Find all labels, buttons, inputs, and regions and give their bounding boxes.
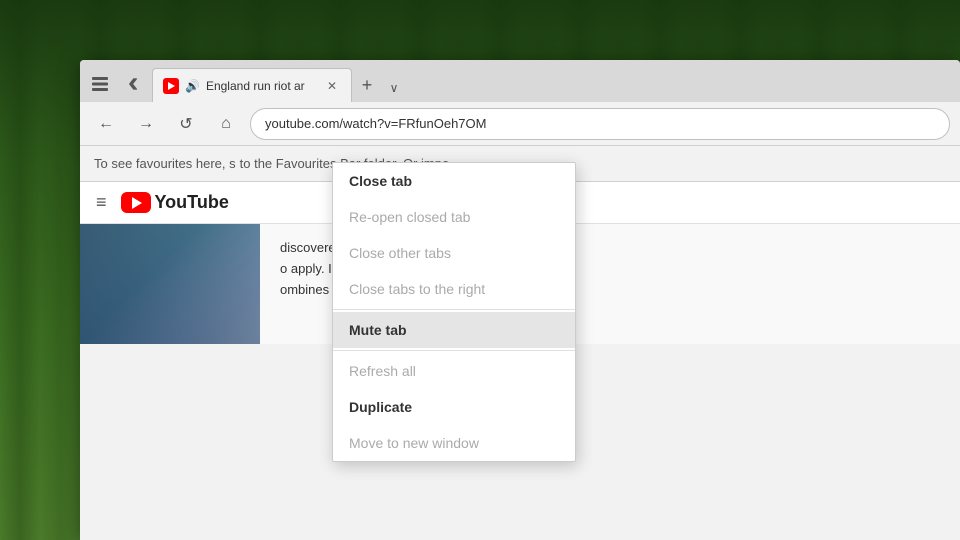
menu-item-close-other: Close other tabs — [333, 235, 575, 271]
hamburger-menu[interactable]: ≡ — [96, 192, 107, 213]
menu-item-close-right: Close tabs to the right — [333, 271, 575, 307]
tab-list-icon[interactable] — [86, 70, 114, 98]
tab-bar: 🔊 England run riot ar ✕ + ∨ — [80, 60, 960, 102]
tab-close-button[interactable]: ✕ — [323, 77, 341, 95]
tab-favicon — [163, 78, 179, 94]
youtube-logo[interactable]: YouTube — [121, 192, 229, 213]
menu-separator-2 — [333, 350, 575, 351]
back-button[interactable]: ← — [90, 108, 122, 140]
active-tab[interactable]: 🔊 England run riot ar ✕ — [152, 68, 352, 102]
menu-item-mute-tab[interactable]: Mute tab — [333, 312, 575, 348]
context-menu: Close tab Re-open closed tab Close other… — [332, 162, 576, 462]
tab-audio-icon: 🔊 — [185, 79, 200, 93]
menu-item-reopen-closed: Re-open closed tab — [333, 199, 575, 235]
new-tab-button[interactable]: + — [352, 72, 382, 102]
refresh-button[interactable]: ↺ — [170, 108, 202, 140]
youtube-play-icon — [132, 197, 142, 209]
menu-item-move-window: Move to new window — [333, 425, 575, 461]
address-bar[interactable]: youtube.com/watch?v=FRfunOeh7OM — [250, 108, 950, 140]
video-thumbnail[interactable] — [80, 224, 260, 344]
youtube-logo-text: YouTube — [155, 192, 229, 213]
menu-item-refresh-all: Refresh all — [333, 353, 575, 389]
menu-item-close-tab[interactable]: Close tab — [333, 163, 575, 199]
tab-controls — [86, 70, 146, 102]
tab-list-chevron[interactable]: ∨ — [382, 78, 406, 102]
browser-window: 🔊 England run riot ar ✕ + ∨ ← → ↺ ⌂ yout… — [80, 60, 960, 540]
home-button[interactable]: ⌂ — [210, 108, 242, 140]
favicon-play-icon — [168, 82, 175, 90]
forward-button[interactable]: → — [130, 108, 162, 140]
back-tab-icon[interactable] — [118, 70, 146, 98]
tab-title: England run riot ar — [206, 79, 317, 93]
address-text: youtube.com/watch?v=FRfunOeh7OM — [265, 116, 486, 131]
menu-item-duplicate[interactable]: Duplicate — [333, 389, 575, 425]
fav-bar-text: To see favourites here, s — [94, 156, 236, 171]
youtube-icon — [121, 192, 151, 213]
toolbar: ← → ↺ ⌂ youtube.com/watch?v=FRfunOeh7OM — [80, 102, 960, 146]
menu-separator-1 — [333, 309, 575, 310]
